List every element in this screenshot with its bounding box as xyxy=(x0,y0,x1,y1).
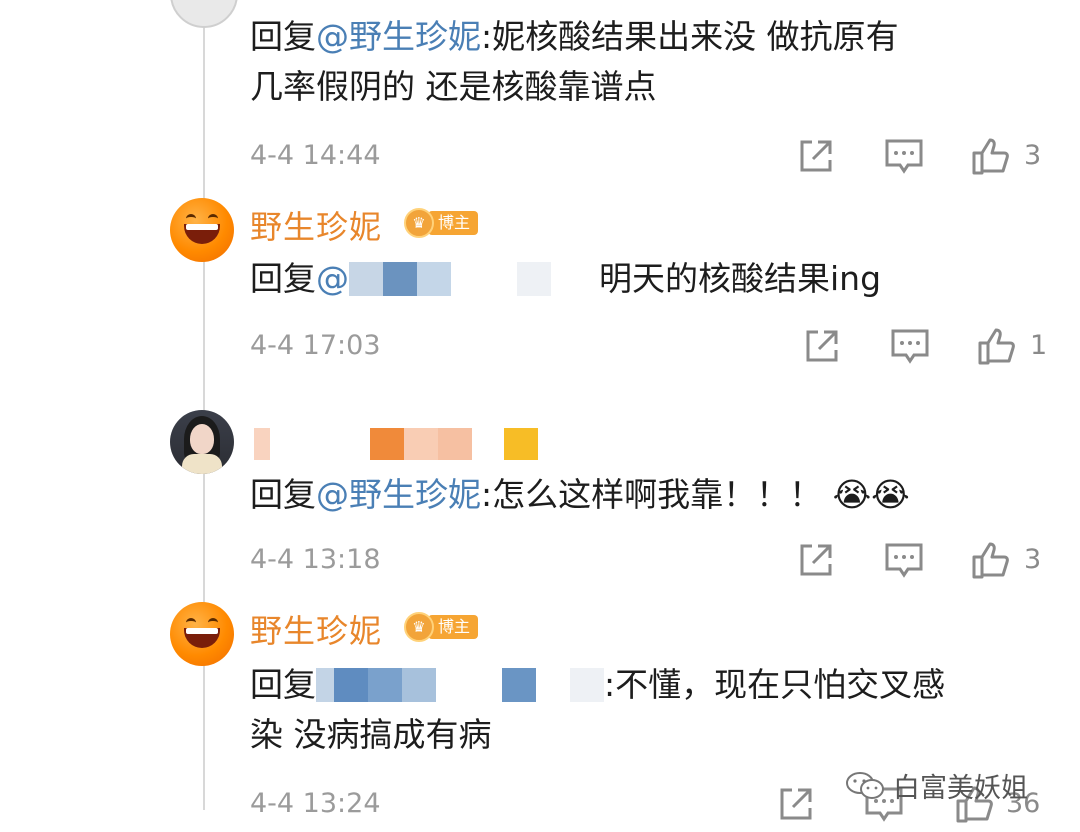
thumbs-up-icon[interactable] xyxy=(976,326,1016,366)
redaction-block xyxy=(451,262,517,296)
redacted-username xyxy=(254,428,270,460)
crying-emoji: 😭😭 xyxy=(832,475,910,514)
redacted-username xyxy=(370,428,404,460)
comment-text: 回复:不懂，现在只怕交叉感染 没病搞成有病 xyxy=(250,665,946,754)
avatar[interactable] xyxy=(170,198,234,262)
redaction-block xyxy=(517,262,551,296)
redaction-block xyxy=(570,668,604,702)
share-icon[interactable] xyxy=(798,542,834,578)
share-icon[interactable] xyxy=(804,328,840,364)
avatar-eye xyxy=(186,618,196,627)
thumbs-up-icon[interactable] xyxy=(970,136,1010,176)
redacted-username xyxy=(504,428,538,460)
avatar-teeth xyxy=(186,628,218,634)
comment-timestamp: 4-4 13:24 xyxy=(250,788,381,819)
username[interactable]: 野生珍妮 xyxy=(250,202,382,248)
comment-text: 回复@野生珍妮:妮核酸结果出来没 做抗原有 几率假阴的 还是核酸靠谱点 xyxy=(250,17,899,106)
redaction-block xyxy=(334,668,368,702)
mention-link[interactable]: @野生珍妮 xyxy=(316,475,481,514)
comment-text: 回复@ 明天的核酸结果ing xyxy=(250,259,882,298)
avatar-eye xyxy=(208,618,218,627)
comment-icon[interactable] xyxy=(884,138,924,176)
redacted-username xyxy=(438,428,472,460)
redaction-block xyxy=(502,668,536,702)
redaction-block xyxy=(349,262,383,296)
redaction-block xyxy=(436,668,502,702)
redaction-block xyxy=(417,262,451,296)
redaction-block xyxy=(383,262,417,296)
redaction-block xyxy=(316,668,334,702)
crown-icon: ♛ xyxy=(404,208,434,238)
watermark-label: 白富美妖姐 xyxy=(893,773,1028,804)
redaction-block xyxy=(551,262,599,296)
badge-label: 博主 xyxy=(428,615,479,639)
share-icon[interactable] xyxy=(798,138,834,174)
thumbs-up-icon[interactable] xyxy=(970,540,1010,580)
redaction-block xyxy=(402,668,436,702)
comment-timestamp: 4-4 17:03 xyxy=(250,330,381,361)
crown-icon: ♛ xyxy=(404,612,434,642)
badge-label: 博主 xyxy=(428,211,479,235)
avatar-eye xyxy=(208,214,218,223)
avatar[interactable] xyxy=(170,0,238,28)
redaction-block xyxy=(368,668,402,702)
like-count: 3 xyxy=(1024,544,1042,575)
mention-link[interactable]: @野生珍妮 xyxy=(316,17,481,56)
like-count: 1 xyxy=(1030,330,1048,361)
comment-timestamp: 4-4 14:44 xyxy=(250,140,381,171)
share-icon[interactable] xyxy=(778,786,814,822)
avatar-face xyxy=(190,424,214,454)
avatar-teeth xyxy=(186,224,218,230)
blogger-badge: ♛ 博主 xyxy=(404,208,479,238)
thread-line xyxy=(203,0,205,810)
avatar[interactable] xyxy=(170,602,234,666)
watermark: 白富美妖姐 xyxy=(845,766,1028,805)
username[interactable]: 野生珍妮 xyxy=(250,606,382,652)
avatar-shirt xyxy=(182,454,222,474)
comment-icon[interactable] xyxy=(884,542,924,580)
comment-timestamp: 4-4 13:18 xyxy=(250,544,381,575)
like-count: 3 xyxy=(1024,140,1042,171)
avatar[interactable] xyxy=(170,410,234,474)
comment-icon[interactable] xyxy=(890,328,930,366)
redacted-username xyxy=(404,428,438,460)
redaction-block xyxy=(536,668,570,702)
avatar-eye xyxy=(186,214,196,223)
comment-text: 回复@野生珍妮:怎么这样啊我靠！！！ 😭😭 xyxy=(250,475,910,514)
mention-link[interactable]: @ xyxy=(316,259,349,298)
wechat-icon xyxy=(845,770,885,802)
blogger-badge: ♛ 博主 xyxy=(404,612,479,642)
